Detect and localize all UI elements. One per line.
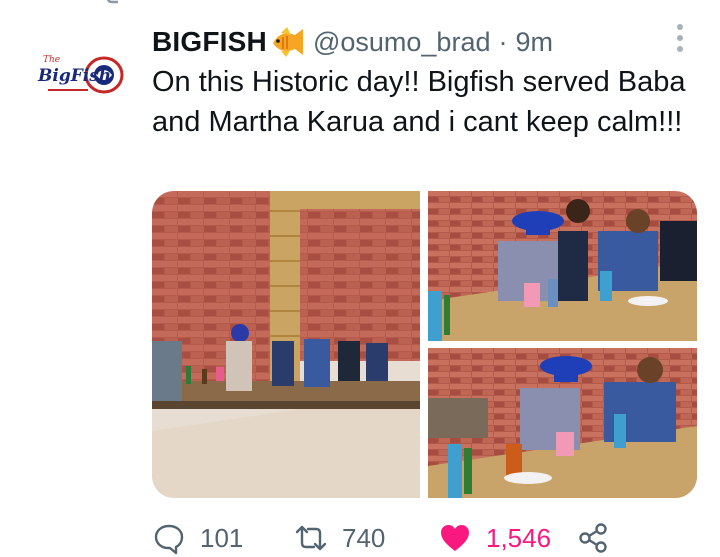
retweet-indicator-icon: [107, 0, 118, 4]
share-icon: [579, 523, 607, 553]
like-count: 1,546: [486, 522, 552, 553]
retweet-count: 740: [342, 522, 386, 553]
reply-count: 101: [200, 522, 244, 553]
tweet-actions: 101 740 1,546: [152, 518, 622, 557]
more-vertical-icon[interactable]: [672, 24, 688, 52]
retweet-icon: [295, 525, 327, 551]
tweet-text: On this Historic day!! Bigfish served Ba…: [152, 66, 686, 138]
tweet-header: BIGFISH @osumo_brad · 9m: [152, 24, 553, 60]
comment-icon: [154, 524, 184, 555]
retweet-button[interactable]: 740: [294, 518, 385, 557]
share-button[interactable]: [576, 518, 610, 557]
display-name[interactable]: BIGFISH: [152, 26, 267, 58]
media-grid: [152, 191, 697, 498]
media-photo-1[interactable]: [152, 191, 420, 498]
reply-button[interactable]: 101: [152, 518, 243, 557]
heart-filled-icon: [441, 525, 469, 551]
timestamp[interactable]: 9m: [515, 27, 553, 58]
user-handle[interactable]: @osumo_brad: [313, 27, 491, 58]
tropical-fish-icon: [269, 25, 305, 59]
media-photo-2[interactable]: [428, 191, 697, 341]
svg-text:The: The: [43, 55, 60, 65]
avatar[interactable]: BigFish The: [30, 45, 125, 105]
like-button[interactable]: 1,546: [438, 518, 551, 557]
svg-text:BigFish: BigFish: [37, 66, 111, 86]
separator-dot: ·: [498, 26, 508, 57]
media-photo-3[interactable]: [428, 348, 697, 498]
